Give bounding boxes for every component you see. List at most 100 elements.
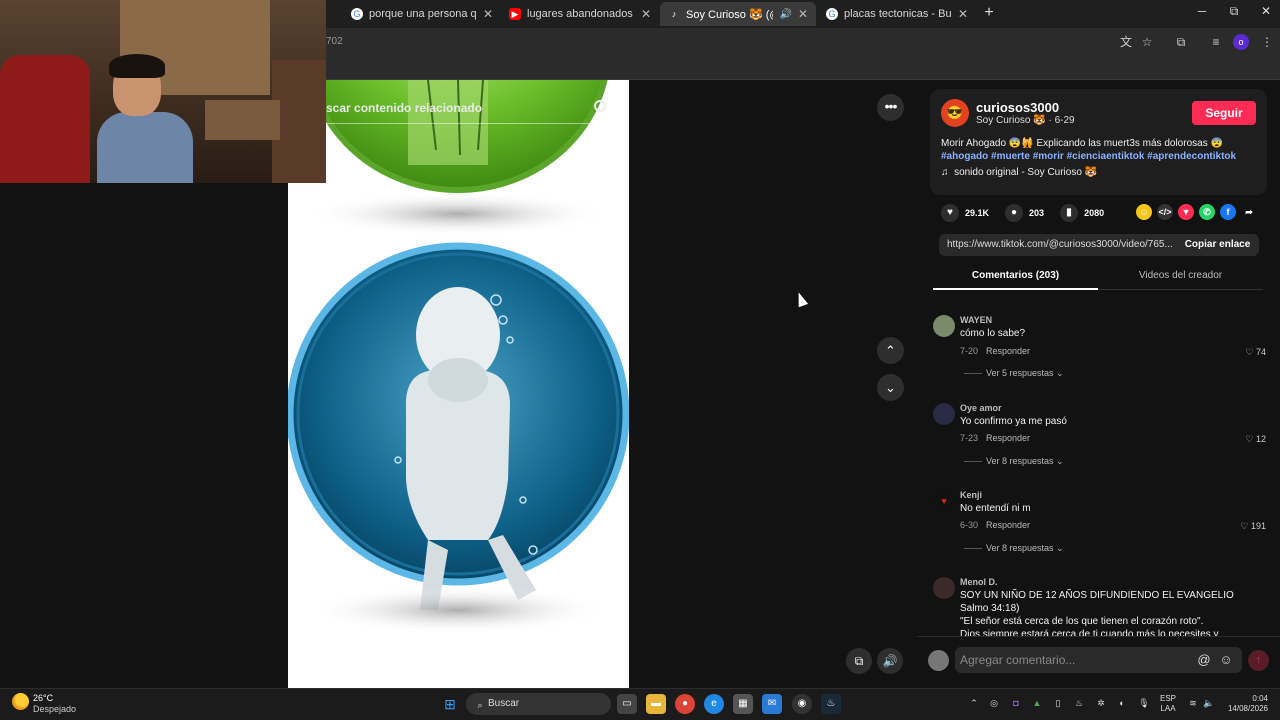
- repost-icon[interactable]: ▼: [1178, 204, 1194, 220]
- weather-sun-icon[interactable]: [12, 693, 29, 710]
- tray-app-icon[interactable]: ◘: [1010, 697, 1022, 709]
- close-tab-icon[interactable]: ✕: [958, 7, 968, 21]
- mail-icon[interactable]: ✉: [762, 694, 782, 714]
- close-tab-icon[interactable]: ✕: [483, 7, 493, 21]
- tray-app-icon[interactable]: ✲: [1095, 697, 1107, 709]
- facebook-icon[interactable]: f: [1220, 204, 1236, 220]
- picture-in-picture-icon[interactable]: ⧉: [846, 648, 872, 674]
- wifi-icon[interactable]: ≋: [1187, 697, 1199, 709]
- view-replies-button[interactable]: Ver 5 respuestas ⌄: [964, 368, 1064, 379]
- share-arrow-icon[interactable]: ➦: [1241, 204, 1257, 220]
- volume-icon[interactable]: 🔊: [877, 648, 903, 674]
- commenter-name[interactable]: Menol D.: [960, 577, 998, 587]
- video-frame-illustration: [288, 80, 629, 688]
- embed-icon[interactable]: </>: [1157, 204, 1173, 220]
- mouse-cursor: [793, 290, 809, 308]
- profile-avatar[interactable]: o: [1233, 34, 1249, 50]
- video-player[interactable]: [288, 80, 629, 688]
- new-tab-button[interactable]: +: [980, 4, 998, 22]
- tab-tiktok-active[interactable]: ♪ Soy Curioso 🐯 (@curiosos 🔊 ✕: [660, 2, 816, 26]
- tab-title: Soy Curioso 🐯 (@curiosos: [686, 8, 773, 21]
- send-comment-button[interactable]: ↑: [1248, 650, 1269, 671]
- system-clock[interactable]: 0:04 14/08/2026: [1218, 694, 1268, 714]
- author-username[interactable]: curiosos3000: [976, 100, 1059, 115]
- comment-like[interactable]: ♡ 74: [1245, 347, 1266, 358]
- speaker-icon[interactable]: 🔈: [1203, 697, 1215, 709]
- current-user-avatar[interactable]: [928, 650, 949, 671]
- commenter-name[interactable]: Kenji: [960, 490, 982, 500]
- edge-icon[interactable]: e: [704, 694, 724, 714]
- store-icon[interactable]: ▦: [733, 694, 753, 714]
- tab-google-search-1[interactable]: G porque una persona que estab ✕: [343, 2, 501, 26]
- speaker-icon[interactable]: 🔊: [779, 9, 791, 20]
- tray-app-icon[interactable]: ◐: [1116, 697, 1128, 709]
- tab-title: porque una persona que estab: [369, 8, 477, 20]
- tray-chevron-icon[interactable]: ⌃: [968, 697, 980, 709]
- heart-icon[interactable]: ♥: [941, 204, 959, 222]
- commenter-avatar[interactable]: [933, 577, 955, 599]
- menu-icon[interactable]: ⋮: [1258, 33, 1276, 51]
- comment-meta: 7-23 Responder: [960, 433, 1031, 443]
- language-indicator[interactable]: ESP LAA: [1160, 694, 1176, 714]
- chrome-icon[interactable]: ●: [675, 694, 695, 714]
- extensions-icon[interactable]: ⧉: [1172, 33, 1190, 51]
- related-search-bar[interactable]: scar contenido relacionado: [326, 96, 616, 124]
- saves-count: 2080: [1084, 208, 1105, 218]
- author-nickname: Soy Curioso 🐯 · 6-29: [976, 115, 1075, 126]
- tab-title: placas tectonicas - Buscar con: [844, 8, 952, 20]
- google-icon: G: [351, 8, 363, 20]
- close-window-button[interactable]: ✕: [1251, 4, 1280, 18]
- windows-start-icon[interactable]: ⊞: [440, 694, 460, 714]
- taskbar-search[interactable]: Buscar: [466, 693, 611, 715]
- comment-icon[interactable]: ●: [1005, 204, 1024, 222]
- commenter-name[interactable]: Oye amor: [960, 403, 1002, 413]
- more-options-button[interactable]: •••: [877, 94, 904, 121]
- bookmark-icon[interactable]: ▮: [1060, 204, 1079, 222]
- minimize-button[interactable]: ─: [1187, 4, 1217, 18]
- commenter-avatar[interactable]: [933, 315, 955, 337]
- reply-button[interactable]: Responder: [986, 346, 1030, 356]
- hashtags[interactable]: #ahogado #muerte #morir #cienciaentiktok…: [941, 150, 1261, 163]
- bookmark-star-icon[interactable]: ☆: [1138, 33, 1156, 51]
- tab-comments[interactable]: Comentarios (203): [933, 266, 1098, 290]
- tray-app-icon[interactable]: ◎: [988, 697, 1000, 709]
- reply-button[interactable]: Responder: [986, 433, 1030, 443]
- file-explorer-icon[interactable]: ▬: [646, 694, 666, 714]
- reaction-icon[interactable]: ☺: [1136, 204, 1152, 220]
- comment-like[interactable]: ♡ 12: [1245, 434, 1266, 445]
- steam-icon[interactable]: ♨: [821, 694, 841, 714]
- tab-youtube[interactable]: ▶ lugares abandonados paranorm ✕: [501, 2, 659, 26]
- maximize-button[interactable]: ⧉: [1219, 4, 1249, 19]
- commenter-avatar[interactable]: ♥: [933, 490, 955, 512]
- engagement-stats: ♥ 29.1K ● 203 ▮ 2080: [941, 204, 1104, 222]
- tab-google-search-2[interactable]: G placas tectonicas - Buscar con ✕: [818, 2, 976, 26]
- steam-tray-icon[interactable]: ♨: [1073, 697, 1085, 709]
- task-view-icon[interactable]: ▭: [617, 694, 637, 714]
- commenter-name[interactable]: WAYEN: [960, 315, 992, 325]
- view-replies-button[interactable]: Ver 8 respuestas ⌄: [964, 543, 1064, 554]
- media-control-icon[interactable]: ≡: [1207, 33, 1225, 51]
- follow-button[interactable]: Seguir: [1192, 101, 1256, 125]
- comment-like[interactable]: ♡ 191: [1240, 521, 1266, 532]
- address-bar[interactable]: 702: [326, 36, 343, 47]
- microphone-icon[interactable]: 🎙: [1138, 697, 1150, 709]
- copy-link-button[interactable]: Copiar enlace: [1176, 234, 1259, 256]
- mention-icon[interactable]: @: [1196, 652, 1212, 668]
- obs-icon[interactable]: ◉: [792, 694, 812, 714]
- next-video-button[interactable]: ⌄: [877, 374, 904, 401]
- music-row[interactable]: ♫ sonido original - Soy Curioso 🐯: [941, 167, 1097, 178]
- commenter-avatar[interactable]: [933, 403, 955, 425]
- reply-button[interactable]: Responder: [986, 520, 1030, 530]
- tab-creator-videos[interactable]: Videos del creador: [1098, 266, 1263, 290]
- close-tab-icon[interactable]: ✕: [798, 7, 808, 21]
- whatsapp-icon[interactable]: ✆: [1199, 204, 1215, 220]
- view-replies-button[interactable]: Ver 8 respuestas ⌄: [964, 456, 1064, 467]
- tray-app-icon[interactable]: ▯: [1052, 697, 1064, 709]
- emoji-icon[interactable]: ☺: [1218, 652, 1234, 668]
- tray-app-icon[interactable]: ▲: [1031, 697, 1043, 709]
- previous-video-button[interactable]: ⌃: [877, 337, 904, 364]
- video-link[interactable]: https://www.tiktok.com/@curiosos3000/vid…: [947, 239, 1173, 250]
- translate-icon[interactable]: 文: [1117, 33, 1135, 51]
- close-tab-icon[interactable]: ✕: [641, 7, 651, 21]
- author-avatar[interactable]: 😎: [941, 99, 969, 127]
